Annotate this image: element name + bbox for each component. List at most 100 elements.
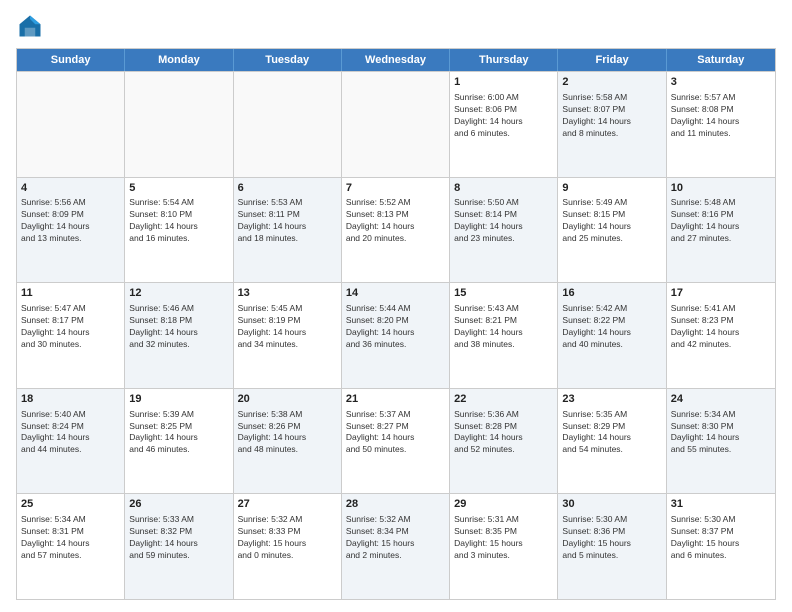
calendar-cell-empty-0-2: [234, 72, 342, 177]
day-number: 21: [346, 392, 445, 407]
calendar-row-2: 11 Sunrise: 5:47 AM Sunset: 8:17 PM Dayli…: [17, 282, 775, 388]
calendar-cell-8: 8Sunrise: 5:50 AM Sunset: 8:14 PM Daylig…: [450, 178, 558, 283]
cell-info: Sunrise: 5:32 AM Sunset: 8:34 PM Dayligh…: [346, 514, 445, 562]
calendar-cell-29: 29Sunrise: 5:31 AM Sunset: 8:35 PM Dayli…: [450, 494, 558, 599]
calendar-cell-25: 25 Sunrise: 5:34 AM Sunset: 8:31 PM Dayli…: [17, 494, 125, 599]
day-number: 9: [562, 181, 661, 196]
calendar-cell-21: 21Sunrise: 5:37 AM Sunset: 8:27 PM Dayli…: [342, 389, 450, 494]
day-number: 2: [562, 75, 661, 90]
calendar-cell-27: 27 Sunrise: 5:32 AM Sunset: 8:33 PM Dayli…: [234, 494, 342, 599]
day-number: 14: [346, 286, 445, 301]
cell-info: Sunrise: 5:46 AM Sunset: 8:18 PM Dayligh…: [129, 303, 228, 351]
cell-info: Sunrise: 6:00 AM Sunset: 8:06 PM Dayligh…: [454, 92, 553, 140]
calendar-cell-12: 12 Sunrise: 5:46 AM Sunset: 8:18 PM Dayli…: [125, 283, 233, 388]
cell-info: Sunrise: 5:30 AM Sunset: 8:37 PM Dayligh…: [671, 514, 771, 562]
calendar-body: 1 Sunrise: 6:00 AM Sunset: 8:06 PM Daylig…: [17, 71, 775, 599]
cell-info: Sunrise: 5:57 AM Sunset: 8:08 PM Dayligh…: [671, 92, 771, 140]
calendar-cell-4: 4Sunrise: 5:56 AM Sunset: 8:09 PM Daylig…: [17, 178, 125, 283]
calendar-row-4: 25 Sunrise: 5:34 AM Sunset: 8:31 PM Dayli…: [17, 493, 775, 599]
cell-info: Sunrise: 5:53 AM Sunset: 8:11 PM Dayligh…: [238, 197, 337, 245]
calendar-cell-9: 9Sunrise: 5:49 AM Sunset: 8:15 PM Daylig…: [558, 178, 666, 283]
cell-info: Sunrise: 5:43 AM Sunset: 8:21 PM Dayligh…: [454, 303, 553, 351]
logo-icon: [16, 12, 44, 40]
cell-info: Sunrise: 5:42 AM Sunset: 8:22 PM Dayligh…: [562, 303, 661, 351]
day-number: 10: [671, 181, 771, 196]
calendar-cell-17: 17 Sunrise: 5:41 AM Sunset: 8:23 PM Dayli…: [667, 283, 775, 388]
cell-info: Sunrise: 5:30 AM Sunset: 8:36 PM Dayligh…: [562, 514, 661, 562]
calendar-cell-16: 16 Sunrise: 5:42 AM Sunset: 8:22 PM Dayli…: [558, 283, 666, 388]
cell-info: Sunrise: 5:56 AM Sunset: 8:09 PM Dayligh…: [21, 197, 120, 245]
day-number: 4: [21, 181, 120, 196]
calendar-header: SundayMondayTuesdayWednesdayThursdayFrid…: [17, 49, 775, 71]
day-number: 25: [21, 497, 120, 512]
calendar-cell-11: 11 Sunrise: 5:47 AM Sunset: 8:17 PM Dayli…: [17, 283, 125, 388]
calendar-cell-13: 13Sunrise: 5:45 AM Sunset: 8:19 PM Dayli…: [234, 283, 342, 388]
calendar-cell-31: 31Sunrise: 5:30 AM Sunset: 8:37 PM Dayli…: [667, 494, 775, 599]
cell-info: Sunrise: 5:34 AM Sunset: 8:31 PM Dayligh…: [21, 514, 120, 562]
day-number: 23: [562, 392, 661, 407]
cell-info: Sunrise: 5:32 AM Sunset: 8:33 PM Dayligh…: [238, 514, 337, 562]
day-number: 24: [671, 392, 771, 407]
day-number: 17: [671, 286, 771, 301]
calendar-cell-empty-0-1: [125, 72, 233, 177]
day-number: 7: [346, 181, 445, 196]
cell-info: Sunrise: 5:47 AM Sunset: 8:17 PM Dayligh…: [21, 303, 120, 351]
day-number: 3: [671, 75, 771, 90]
calendar-cell-26: 26 Sunrise: 5:33 AM Sunset: 8:32 PM Dayli…: [125, 494, 233, 599]
cell-info: Sunrise: 5:39 AM Sunset: 8:25 PM Dayligh…: [129, 409, 228, 457]
cell-info: Sunrise: 5:54 AM Sunset: 8:10 PM Dayligh…: [129, 197, 228, 245]
logo: [16, 12, 48, 40]
cell-info: Sunrise: 5:36 AM Sunset: 8:28 PM Dayligh…: [454, 409, 553, 457]
header-day-monday: Monday: [125, 49, 233, 71]
day-number: 5: [129, 181, 228, 196]
cell-info: Sunrise: 5:48 AM Sunset: 8:16 PM Dayligh…: [671, 197, 771, 245]
cell-info: Sunrise: 5:58 AM Sunset: 8:07 PM Dayligh…: [562, 92, 661, 140]
day-number: 16: [562, 286, 661, 301]
calendar-cell-2: 2 Sunrise: 5:58 AM Sunset: 8:07 PM Daylig…: [558, 72, 666, 177]
header-day-saturday: Saturday: [667, 49, 775, 71]
page: SundayMondayTuesdayWednesdayThursdayFrid…: [0, 0, 792, 612]
header: [16, 12, 776, 40]
day-number: 20: [238, 392, 337, 407]
day-number: 8: [454, 181, 553, 196]
calendar-row-0: 1 Sunrise: 6:00 AM Sunset: 8:06 PM Daylig…: [17, 71, 775, 177]
day-number: 13: [238, 286, 337, 301]
day-number: 30: [562, 497, 661, 512]
calendar-cell-3: 3 Sunrise: 5:57 AM Sunset: 8:08 PM Daylig…: [667, 72, 775, 177]
cell-info: Sunrise: 5:33 AM Sunset: 8:32 PM Dayligh…: [129, 514, 228, 562]
calendar-cell-empty-0-0: [17, 72, 125, 177]
cell-info: Sunrise: 5:41 AM Sunset: 8:23 PM Dayligh…: [671, 303, 771, 351]
cell-info: Sunrise: 5:50 AM Sunset: 8:14 PM Dayligh…: [454, 197, 553, 245]
calendar-cell-14: 14 Sunrise: 5:44 AM Sunset: 8:20 PM Dayli…: [342, 283, 450, 388]
day-number: 27: [238, 497, 337, 512]
header-day-friday: Friday: [558, 49, 666, 71]
calendar-cell-30: 30 Sunrise: 5:30 AM Sunset: 8:36 PM Dayli…: [558, 494, 666, 599]
header-day-thursday: Thursday: [450, 49, 558, 71]
cell-info: Sunrise: 5:52 AM Sunset: 8:13 PM Dayligh…: [346, 197, 445, 245]
header-day-wednesday: Wednesday: [342, 49, 450, 71]
calendar-row-3: 18Sunrise: 5:40 AM Sunset: 8:24 PM Dayli…: [17, 388, 775, 494]
calendar-cell-23: 23 Sunrise: 5:35 AM Sunset: 8:29 PM Dayli…: [558, 389, 666, 494]
calendar-cell-28: 28Sunrise: 5:32 AM Sunset: 8:34 PM Dayli…: [342, 494, 450, 599]
day-number: 18: [21, 392, 120, 407]
cell-info: Sunrise: 5:44 AM Sunset: 8:20 PM Dayligh…: [346, 303, 445, 351]
cell-info: Sunrise: 5:38 AM Sunset: 8:26 PM Dayligh…: [238, 409, 337, 457]
day-number: 1: [454, 75, 553, 90]
calendar-cell-1: 1 Sunrise: 6:00 AM Sunset: 8:06 PM Daylig…: [450, 72, 558, 177]
cell-info: Sunrise: 5:35 AM Sunset: 8:29 PM Dayligh…: [562, 409, 661, 457]
header-day-sunday: Sunday: [17, 49, 125, 71]
day-number: 15: [454, 286, 553, 301]
calendar-cell-6: 6Sunrise: 5:53 AM Sunset: 8:11 PM Daylig…: [234, 178, 342, 283]
day-number: 12: [129, 286, 228, 301]
day-number: 11: [21, 286, 120, 301]
cell-info: Sunrise: 5:34 AM Sunset: 8:30 PM Dayligh…: [671, 409, 771, 457]
calendar-cell-empty-0-3: [342, 72, 450, 177]
calendar-cell-20: 20 Sunrise: 5:38 AM Sunset: 8:26 PM Dayli…: [234, 389, 342, 494]
day-number: 26: [129, 497, 228, 512]
day-number: 6: [238, 181, 337, 196]
calendar-cell-5: 5Sunrise: 5:54 AM Sunset: 8:10 PM Daylig…: [125, 178, 233, 283]
day-number: 29: [454, 497, 553, 512]
calendar-cell-15: 15 Sunrise: 5:43 AM Sunset: 8:21 PM Dayli…: [450, 283, 558, 388]
calendar-cell-10: 10Sunrise: 5:48 AM Sunset: 8:16 PM Dayli…: [667, 178, 775, 283]
calendar-cell-24: 24 Sunrise: 5:34 AM Sunset: 8:30 PM Dayli…: [667, 389, 775, 494]
